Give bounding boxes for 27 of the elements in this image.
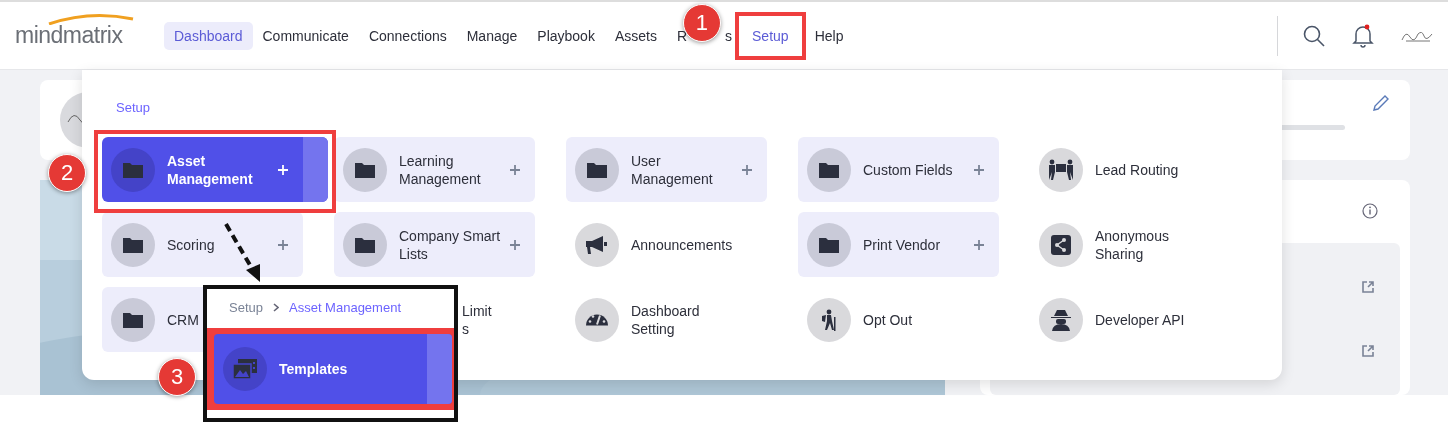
nav-link[interactable]: Dashboard: [164, 21, 253, 50]
menu-item[interactable]: Lead Routing: [1030, 137, 1231, 202]
menu-item[interactable]: Custom Fields: [798, 137, 999, 202]
menu-item[interactable]: Company Smart Lists: [334, 212, 535, 277]
menu-item[interactable]: Print Vendor: [798, 212, 999, 277]
nav-link[interactable]: Playbook: [527, 21, 605, 50]
menu-item[interactable]: Opt Out: [798, 287, 999, 352]
breadcrumb-link[interactable]: Setup: [116, 100, 150, 115]
menu-item-fragment[interactable]: Limit s: [462, 301, 535, 338]
menu-item[interactable]: Scoring: [102, 212, 303, 277]
nav-link[interactable]: Setup: [742, 21, 799, 50]
logo[interactable]: mindmatrix: [15, 22, 150, 49]
nav-link[interactable]: Manage: [456, 21, 528, 50]
menu-item[interactable]: User Management: [566, 137, 767, 202]
nav-link[interactable]: Assets: [604, 21, 667, 50]
nav-link[interactable]: Communicate: [252, 21, 359, 50]
menu-item[interactable]: Learning Management: [334, 137, 535, 202]
menu-item[interactable]: Templates: [214, 334, 452, 404]
nav-link[interactable]: Help: [804, 21, 854, 50]
menu-item[interactable]: Dashboard Setting: [566, 287, 767, 352]
menu-item[interactable]: Announcements: [566, 212, 767, 277]
menu-item[interactable]: Developer API: [1030, 287, 1231, 352]
nav-link[interactable]: Connections: [358, 21, 457, 50]
menu-item[interactable]: Anonymous Sharing: [1030, 212, 1231, 277]
nav-link-fragment: s: [725, 27, 733, 44]
breadcrumb-link[interactable]: Setup: [229, 300, 263, 315]
nav-link[interactable]: R: [666, 21, 688, 50]
